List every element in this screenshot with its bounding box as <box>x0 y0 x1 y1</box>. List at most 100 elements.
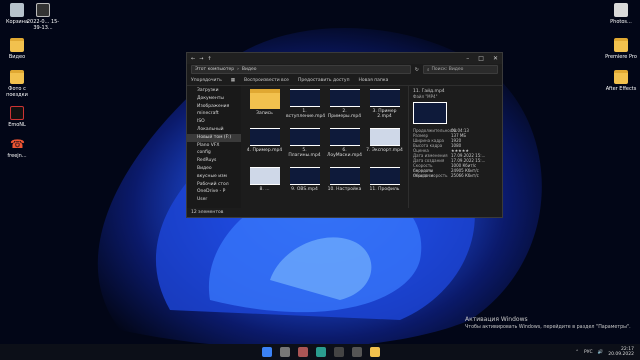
file-name: Запись <box>256 111 273 116</box>
property-key: Общая скорость <box>413 173 448 178</box>
breadcrumb-leaf[interactable]: Видео <box>242 67 257 72</box>
video-thumbnail <box>329 89 360 107</box>
desktop-icon-label: Premiere Pro <box>605 54 637 60</box>
property-value: 25066 Кбит/с <box>451 173 479 178</box>
video-file-item[interactable]: 3. Пример 2.mp4 <box>366 89 403 126</box>
video-file-item[interactable]: 10. Настройка <box>326 167 363 204</box>
nav-item[interactable]: Рабочий стол <box>187 181 241 189</box>
explorer-window[interactable]: ← → ↑ – □ ✕ Этот компьютер › Видео ↻ ⌕ П… <box>186 52 503 218</box>
status-bar: 12 элементов <box>187 208 502 217</box>
video-file-item[interactable]: 2. Примеры.mp4 <box>326 89 363 126</box>
new-folder-button[interactable]: Новая папка <box>359 78 389 83</box>
nav-item[interactable]: minecraft <box>187 110 241 118</box>
desktop-icon-photos[interactable]: Photos... <box>604 3 638 25</box>
breadcrumb-root[interactable]: Этот компьютер <box>195 67 234 72</box>
search-icon: ⌕ <box>427 67 430 73</box>
address-bar[interactable]: Этот компьютер › Видео <box>191 65 411 74</box>
app-icon <box>10 106 24 120</box>
play-all-button[interactable]: Воспроизвести все <box>244 78 289 83</box>
folder-icon <box>10 38 24 52</box>
recycle-bin-icon <box>10 3 24 17</box>
nav-item[interactable]: Новый том (F:) <box>187 133 241 142</box>
share-button[interactable]: Предоставить доступ <box>298 78 350 83</box>
tray-chevron-icon[interactable]: ⌃ <box>575 350 579 355</box>
file-name: 2. Примеры.mp4 <box>327 109 362 119</box>
nav-item[interactable]: RedRuys <box>187 157 241 165</box>
folder-icon <box>10 70 24 84</box>
desktop-icon-video-folder[interactable]: Видео <box>0 38 34 60</box>
app-icon[interactable] <box>334 347 344 357</box>
video-file-item[interactable]: 9. OBS.mp4 <box>286 167 323 204</box>
volume-icon[interactable]: 🔊 <box>598 350 604 355</box>
video-file-item[interactable]: 7. Экспорт.mp4 <box>366 128 403 165</box>
nav-item[interactable]: Локальный <box>187 126 241 134</box>
search-icon[interactable] <box>280 347 290 357</box>
desktop-icon-emonl[interactable]: EmoNL <box>0 106 34 128</box>
image-file-icon <box>36 3 50 17</box>
video-file-item[interactable]: 6. ЛоуМаски.mp4 <box>326 128 363 165</box>
desktop-icon-premiere[interactable]: Premiere Pro <box>604 38 638 60</box>
file-grid: Запись 1. вступление.mp4 2. Примеры.mp4 3. … <box>241 86 408 208</box>
nav-item[interactable]: Документы <box>187 95 241 103</box>
refresh-icon[interactable]: ↻ <box>415 67 419 73</box>
desktop-icon-label: After Effects <box>605 86 637 92</box>
up-icon[interactable]: ↑ <box>207 56 211 62</box>
back-icon[interactable]: ← <box>191 56 195 62</box>
title-bar[interactable]: ← → ↑ – □ ✕ <box>187 53 502 64</box>
file-name: 1. вступление.mp4 <box>286 109 326 119</box>
video-thumbnail <box>369 89 400 107</box>
organize-button[interactable]: Упорядочить <box>191 78 222 83</box>
details-subtitle: Файл "MP4" <box>413 94 438 99</box>
desktop-icon-trip-photos[interactable]: Фото с поездки <box>0 70 34 98</box>
desktop-icon-label: Фото с поездки <box>6 86 28 98</box>
video-file-item[interactable]: 11. Профиль <box>366 167 403 204</box>
property-row: Общая скорость 25066 Кбит/с <box>413 173 498 178</box>
file-name: 7. Экспорт.mp4 <box>366 148 403 153</box>
start-icon[interactable] <box>262 347 272 357</box>
video-file-item[interactable]: 4. Пример.mp4 <box>246 128 283 165</box>
folder-item[interactable]: Запись <box>246 89 283 126</box>
nav-item[interactable]: config <box>187 149 241 157</box>
video-thumbnail <box>289 167 320 185</box>
video-thumbnail <box>249 167 280 185</box>
maximize-icon[interactable]: □ <box>478 55 484 62</box>
nav-item[interactable]: вкусные изм <box>187 173 241 181</box>
obs-icon[interactable] <box>352 347 362 357</box>
minimize-icon[interactable]: – <box>466 55 469 62</box>
red-app-icon: ☎ <box>10 137 25 151</box>
details-pane: 11. Гайд.mp4 Файл "MP4" Продолжительност… <box>408 86 502 208</box>
desktop-icon-screenshot[interactable]: 2022-0... 15-39-13... <box>26 3 60 31</box>
nav-item[interactable]: User <box>187 196 241 204</box>
premiere-icon <box>614 38 628 52</box>
file-name: 5. Плагины.mp4 <box>288 148 321 158</box>
view-icon[interactable]: ▦ <box>231 78 235 83</box>
nav-item[interactable]: OneDrive - P <box>187 188 241 196</box>
nav-item[interactable]: Изображения <box>187 103 241 111</box>
activation-title: Активация Windows <box>465 316 528 323</box>
file-name: 10. Настройка <box>327 187 362 192</box>
video-file-item[interactable]: 8. ... <box>246 167 283 204</box>
nav-item[interactable]: ISO <box>187 118 241 126</box>
video-thumbnail <box>329 128 360 146</box>
video-file-item[interactable]: 1. вступление.mp4 <box>286 89 326 126</box>
desktop-icon-after-effects[interactable]: After Effects <box>604 70 638 92</box>
taskbar: ⌃ РУС 🔊 22:17 20.09.2022 <box>0 344 640 360</box>
language-indicator[interactable]: РУС <box>584 350 593 355</box>
video-thumbnail <box>289 89 320 107</box>
nav-item[interactable]: Видео <box>187 165 241 173</box>
close-icon[interactable]: ✕ <box>493 55 498 62</box>
system-tray[interactable]: ⌃ РУС 🔊 22:17 20.09.2022 <box>575 347 634 357</box>
video-file-item[interactable]: 5. Плагины.mp4 <box>286 128 323 165</box>
doc-icon <box>614 3 628 17</box>
edge-icon[interactable] <box>316 347 326 357</box>
file-explorer-icon[interactable] <box>370 347 380 357</box>
task-view-icon[interactable] <box>298 347 308 357</box>
file-name: 6. ЛоуМаски.mp4 <box>326 148 363 158</box>
forward-icon[interactable]: → <box>199 56 203 62</box>
video-thumbnail <box>249 128 280 146</box>
desktop-icon-freejn[interactable]: ☎ freejn... <box>0 137 34 159</box>
nav-item[interactable]: Загрузки <box>187 87 241 95</box>
desktop-icon-label: 2022-0... 15-39-13... <box>26 19 60 31</box>
nav-item[interactable]: Plano VFX <box>187 142 241 150</box>
search-input[interactable]: ⌕ Поиск: Видео <box>423 65 498 74</box>
